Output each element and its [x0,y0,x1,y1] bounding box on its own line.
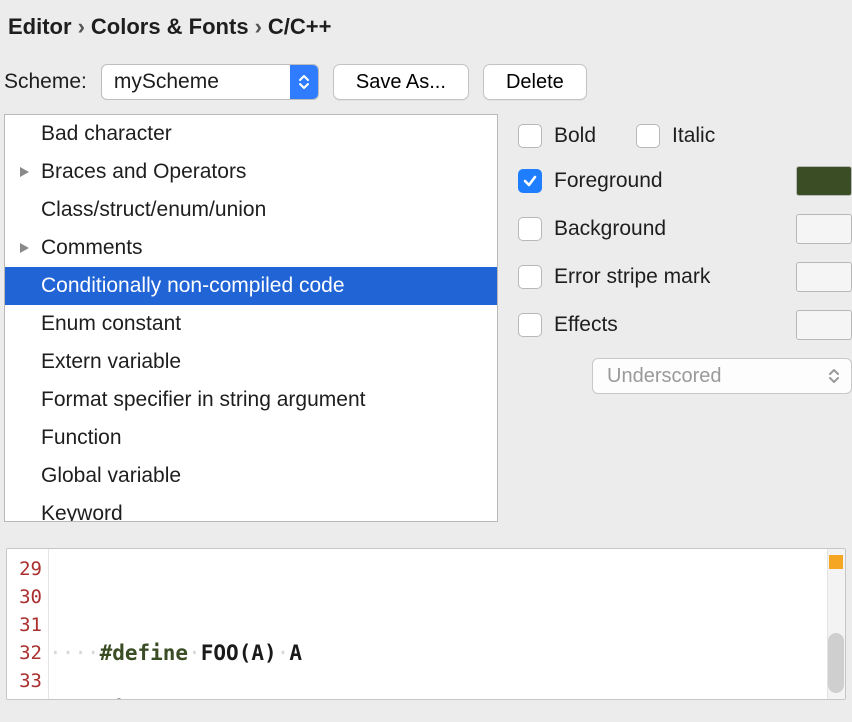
list-item[interactable]: Bad character [5,115,497,153]
breadcrumb-cpp: C/C++ [268,14,332,40]
breadcrumb-editor: Editor [8,14,72,40]
code-body: ····#define·FOO(A)·A ····#ifdef·DEBUG ··… [49,549,327,699]
attributes-panel: Bold Italic Foreground [514,114,852,522]
checkbox-icon [518,124,542,148]
updown-icon [823,359,845,393]
background-checkbox[interactable]: Background [518,217,666,241]
list-item[interactable]: Function [5,419,497,457]
stripe-marker-icon[interactable] [829,555,843,569]
scheme-select[interactable]: myScheme [101,64,319,100]
save-as-button[interactable]: Save As... [333,64,469,100]
bold-checkbox[interactable]: Bold [518,124,596,148]
breadcrumb-sep-icon: › [255,14,262,40]
disclosure-triangle-icon[interactable] [19,166,41,178]
checkbox-icon [636,124,660,148]
list-item[interactable]: Enum constant [5,305,497,343]
scheme-row: Scheme: myScheme Save As... Delete [0,46,852,114]
effects-type-select[interactable]: Underscored [592,358,852,394]
scrollbar-thumb[interactable] [828,633,844,693]
scheme-value: myScheme [114,70,219,94]
checkbox-checked-icon [518,169,542,193]
list-item[interactable]: Extern variable [5,343,497,381]
breadcrumb: Editor › Colors & Fonts › C/C++ [0,0,852,46]
error-stripe-checkbox[interactable]: Error stripe mark [518,265,710,289]
checkbox-icon [518,265,542,289]
list-item-selected[interactable]: Conditionally non-compiled code [5,267,497,305]
list-item[interactable]: Class/struct/enum/union [5,191,497,229]
scheme-label: Scheme: [4,70,87,94]
checkbox-icon [518,217,542,241]
code-preview: 29 30 31 32 33 ····#define·FOO(A)·A ····… [6,548,846,700]
foreground-color-swatch[interactable] [796,166,852,196]
list-item[interactable]: Keyword [5,495,497,522]
list-item[interactable]: Braces and Operators [5,153,497,191]
error-stripe[interactable] [827,549,845,699]
effects-color-swatch[interactable] [796,310,852,340]
updown-icon [290,65,318,99]
list-item[interactable]: Global variable [5,457,497,495]
checkbox-icon [518,313,542,337]
list-item[interactable]: Format specifier in string argument [5,381,497,419]
foreground-checkbox[interactable]: Foreground [518,169,663,193]
list-item[interactable]: Comments [5,229,497,267]
italic-checkbox[interactable]: Italic [636,124,715,148]
delete-button[interactable]: Delete [483,64,587,100]
disclosure-triangle-icon[interactable] [19,242,41,254]
error-stripe-color-swatch[interactable] [796,262,852,292]
breadcrumb-sep-icon: › [78,14,85,40]
background-color-swatch[interactable] [796,214,852,244]
effects-checkbox[interactable]: Effects [518,313,618,337]
attribute-list[interactable]: Bad character Braces and Operators Class… [4,114,498,522]
breadcrumb-colors-fonts: Colors & Fonts [91,14,249,40]
line-gutter: 29 30 31 32 33 [7,549,49,699]
